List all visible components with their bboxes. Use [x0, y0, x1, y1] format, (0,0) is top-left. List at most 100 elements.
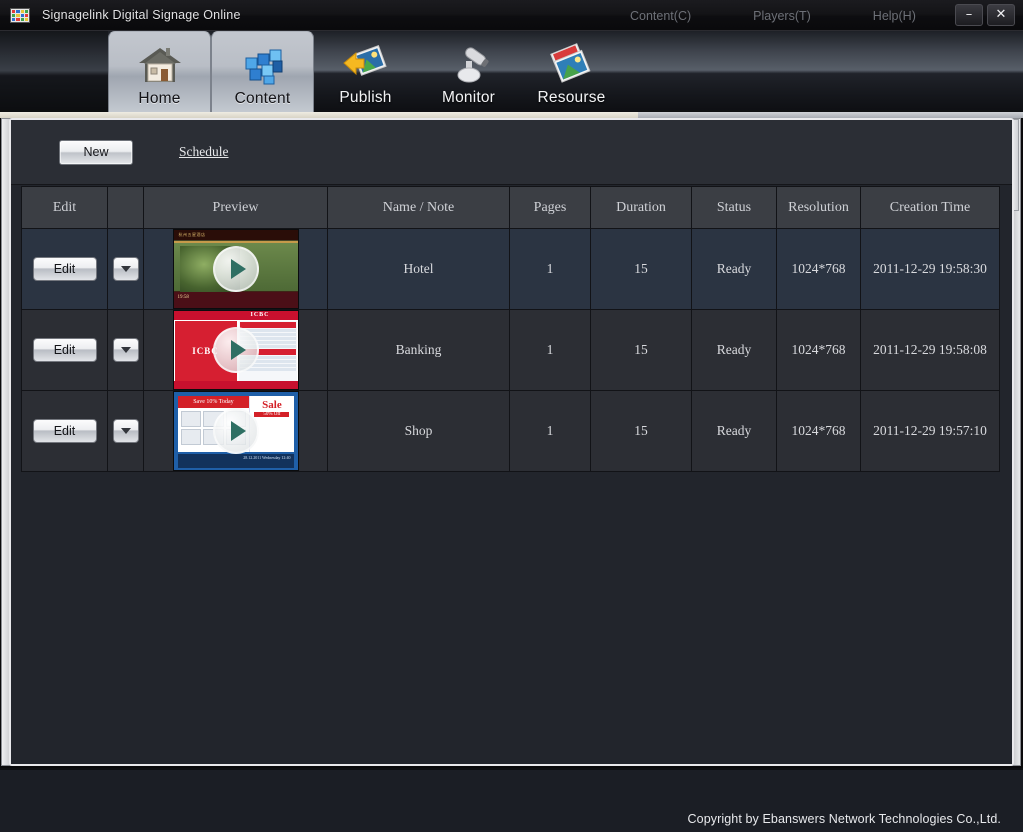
- col-preview[interactable]: Preview: [143, 186, 328, 229]
- edit-button-wrap: Edit: [22, 338, 107, 362]
- copyright-text: Copyright by Ebanswers Network Technolog…: [687, 812, 1001, 826]
- tab-home[interactable]: Home: [108, 31, 211, 117]
- tab-resourse-label: Resourse: [537, 89, 606, 106]
- thumb-sale-text: Sale: [262, 399, 282, 411]
- ribbon-left-filler: [0, 31, 108, 117]
- banking-preview-thumbnail[interactable]: ICBC ICBC: [172, 310, 299, 390]
- cell-edit-button: Edit: [21, 390, 108, 472]
- cell-dropdown: [107, 309, 144, 391]
- menu-bar: Content(C) Players(T) Help(H): [630, 0, 916, 31]
- app-logo-icon: [10, 7, 30, 23]
- thumb-clock: 19:58: [177, 295, 189, 300]
- cell-status: Ready: [691, 228, 777, 310]
- tab-list: Home Content Publish Monitor Resourse: [108, 31, 623, 117]
- menu-content[interactable]: Content(C): [630, 9, 691, 23]
- cell-duration: 15: [590, 390, 692, 472]
- thumb-brand: ICBC: [250, 312, 270, 318]
- window-controls: – ✕: [955, 4, 1015, 26]
- col-status[interactable]: Status: [691, 186, 777, 229]
- cell-resolution: 1024*768: [776, 228, 861, 310]
- cell-preview: ICBC ICBC: [143, 309, 328, 391]
- edit-button[interactable]: Edit: [32, 419, 97, 443]
- cell-edit-button: Edit: [21, 309, 108, 391]
- chevron-down-icon[interactable]: [112, 257, 139, 281]
- play-icon[interactable]: [212, 408, 259, 454]
- thumb-discount-text: 50% Off: [254, 412, 290, 417]
- cell-duration: 15: [590, 228, 692, 310]
- cell-creation-time: 2011-12-29 19:57:10: [860, 390, 1000, 472]
- cell-creation-time: 2011-12-29 19:58:08: [860, 309, 1000, 391]
- photos-icon: [548, 39, 596, 89]
- cell-status: Ready: [691, 390, 777, 472]
- table-row[interactable]: Edit 杭州五星酒店 19:58 Hotel 1 15 Ready 1024*…: [21, 228, 1000, 310]
- tab-ribbon: Home Content Publish Monitor Resourse: [0, 31, 1023, 117]
- thumb-title: 杭州五星酒店: [178, 232, 206, 237]
- play-icon[interactable]: [212, 246, 259, 292]
- cubes-icon: [240, 40, 286, 90]
- thumb-footer: 19:58: [173, 292, 298, 308]
- col-resolution[interactable]: Resolution: [776, 186, 861, 229]
- cell-resolution: 1024*768: [776, 309, 861, 391]
- menu-players[interactable]: Players(T): [753, 9, 811, 23]
- cell-preview: Save 10% Today Sale 50% Off 28.12.2011 W…: [143, 390, 328, 472]
- tab-monitor-label: Monitor: [441, 89, 496, 106]
- dropdown-wrap: [108, 338, 143, 362]
- tab-publish-label: Publish: [339, 89, 392, 106]
- shop-preview-thumbnail[interactable]: Save 10% Today Sale 50% Off 28.12.2011 W…: [172, 391, 299, 471]
- edit-button[interactable]: Edit: [32, 257, 97, 281]
- cell-pages: 1: [509, 309, 591, 391]
- cell-duration: 15: [590, 309, 692, 391]
- content-panel-inner: New Schedule Edit Preview Name / Note Pa…: [11, 120, 1012, 764]
- cell-dropdown: [107, 390, 144, 472]
- table-row[interactable]: Edit ICBC ICBC Banking 1 15 Ready 1024*7…: [21, 309, 1000, 391]
- tab-publish[interactable]: Publish: [314, 31, 417, 117]
- thumb-divider: [173, 241, 298, 243]
- camera-icon: [446, 39, 492, 89]
- content-table: Edit Preview Name / Note Pages Duration …: [21, 186, 1000, 472]
- footer-bar: Copyright by Ebanswers Network Technolog…: [0, 768, 1023, 832]
- play-icon[interactable]: [212, 327, 259, 373]
- chevron-down-icon[interactable]: [112, 338, 139, 362]
- tab-content[interactable]: Content: [211, 31, 314, 117]
- close-button[interactable]: ✕: [987, 4, 1015, 26]
- col-name-note[interactable]: Name / Note: [327, 186, 510, 229]
- menu-help[interactable]: Help(H): [873, 9, 916, 23]
- cell-edit-button: Edit: [21, 228, 108, 310]
- col-actions[interactable]: [107, 186, 144, 229]
- table-row[interactable]: Edit Save 10% Today Sale 50% Off 28.12.2…: [21, 390, 1000, 472]
- cell-pages: 1: [509, 390, 591, 472]
- edit-button-wrap: Edit: [22, 257, 107, 281]
- dropdown-wrap: [108, 419, 143, 443]
- col-pages[interactable]: Pages: [509, 186, 591, 229]
- cell-dropdown: [107, 228, 144, 310]
- schedule-link[interactable]: Schedule: [179, 144, 229, 160]
- tab-content-label: Content: [234, 90, 291, 107]
- tab-monitor[interactable]: Monitor: [417, 31, 520, 117]
- col-creation-time[interactable]: Creation Time: [860, 186, 1000, 229]
- minimize-button[interactable]: –: [955, 4, 983, 26]
- tab-resourse[interactable]: Resourse: [520, 31, 623, 117]
- col-edit[interactable]: Edit: [21, 186, 108, 229]
- cell-name: Banking: [327, 309, 510, 391]
- chevron-down-icon[interactable]: [112, 419, 139, 443]
- footer-divider: [0, 768, 1023, 770]
- house-icon: [137, 40, 183, 90]
- publish-icon: [342, 39, 390, 89]
- cell-name: Hotel: [327, 228, 510, 310]
- cell-name: Shop: [327, 390, 510, 472]
- col-duration[interactable]: Duration: [590, 186, 692, 229]
- dropdown-wrap: [108, 257, 143, 281]
- edit-button-wrap: Edit: [22, 419, 107, 443]
- thumb-bottombar: [173, 381, 298, 389]
- cell-resolution: 1024*768: [776, 390, 861, 472]
- table-body: Edit 杭州五星酒店 19:58 Hotel 1 15 Ready 1024*…: [21, 228, 1000, 472]
- cell-pages: 1: [509, 228, 591, 310]
- new-button[interactable]: New: [59, 139, 133, 165]
- hotel-preview-thumbnail[interactable]: 杭州五星酒店 19:58: [172, 229, 299, 309]
- panel-toolbar: New Schedule: [11, 120, 1012, 185]
- edit-button[interactable]: Edit: [32, 338, 97, 362]
- cell-creation-time: 2011-12-29 19:58:30: [860, 228, 1000, 310]
- window-title: Signagelink Digital Signage Online: [42, 8, 241, 22]
- cell-status: Ready: [691, 309, 777, 391]
- thumb-topbar: ICBC: [173, 311, 298, 320]
